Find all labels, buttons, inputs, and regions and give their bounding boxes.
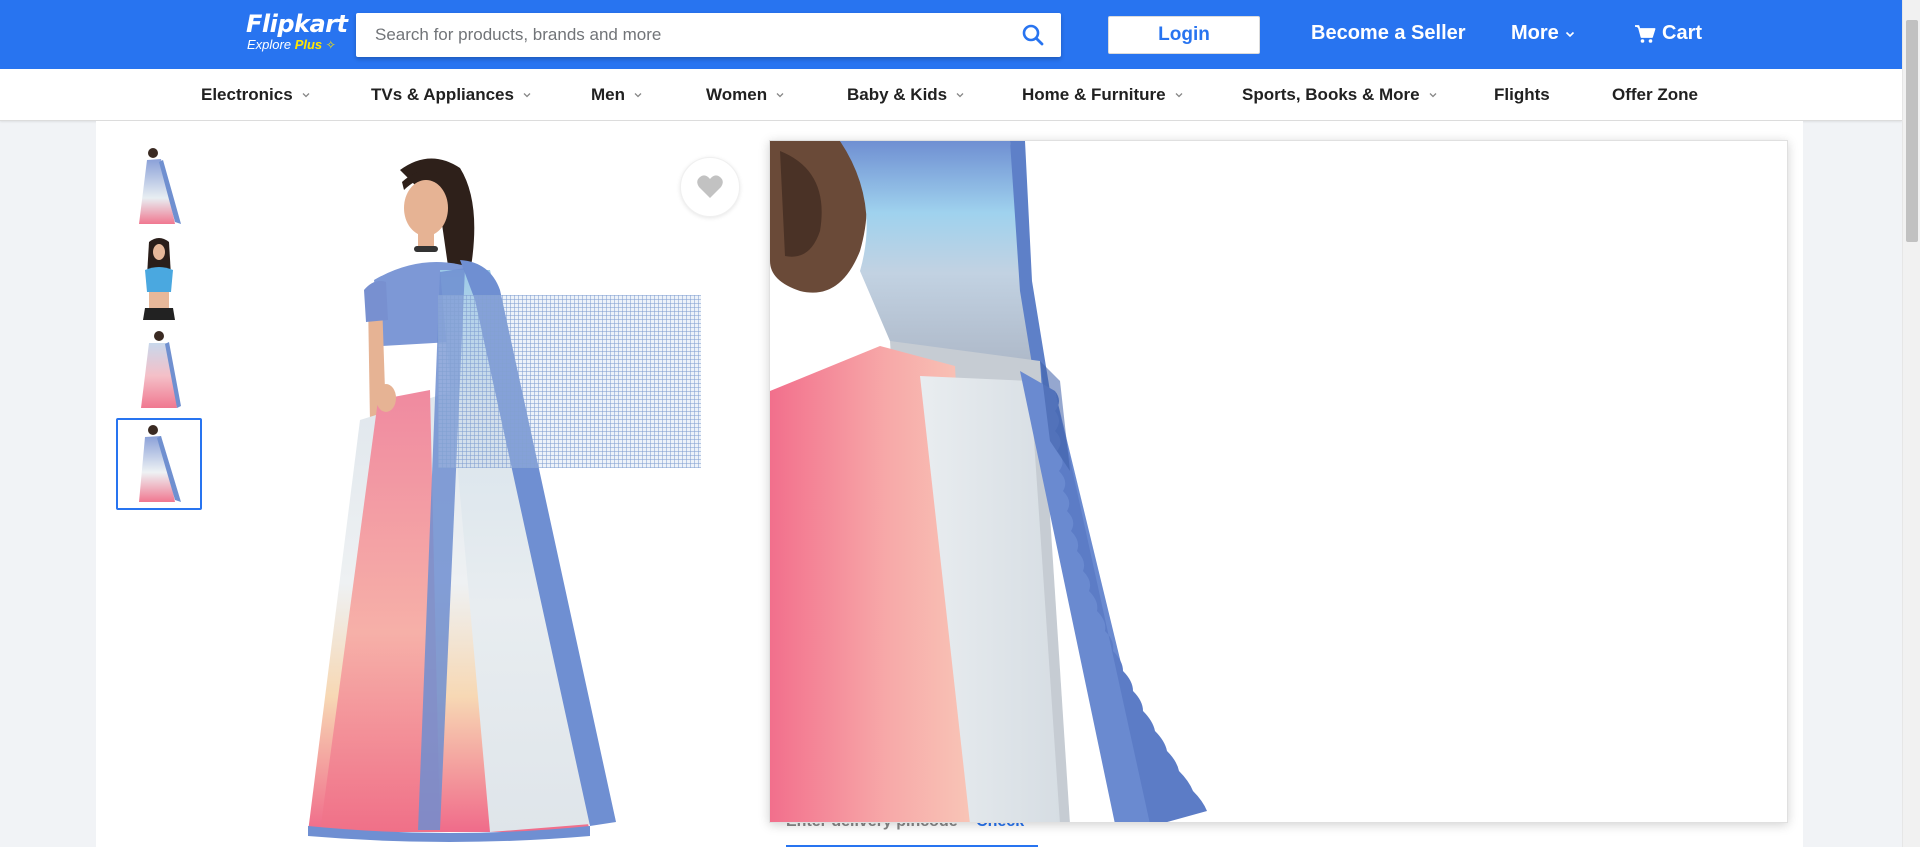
nav-item-offer-zone[interactable]: Offer Zone [1612,85,1698,105]
nav-item-men[interactable]: Men [591,85,643,105]
flipkart-logo[interactable]: Flipkart Explore Plus ✧ [246,10,348,52]
saree-model-image [308,158,616,842]
become-seller-link[interactable]: Become a Seller [1311,22,1466,45]
more-label: More [1511,22,1559,44]
nav-item-label: Flights [1494,85,1550,104]
saree-thumbnail-image [139,425,181,502]
product-main-image[interactable] [290,150,730,845]
cart-link[interactable]: Cart [1634,22,1702,45]
search-icon [1022,24,1044,46]
cart-label: Cart [1662,22,1703,44]
nav-item-tvs-appliances[interactable]: TVs & Appliances [371,85,532,105]
nav-item-women[interactable]: Women [706,85,785,105]
search-button[interactable] [1005,13,1061,57]
search-input[interactable] [356,13,1005,57]
nav-item-label: Baby & Kids [847,85,948,104]
nav-item-label: Women [706,85,768,104]
saree-drape-thumbnail-image [141,331,181,408]
nav-item-label: Electronics [201,85,293,104]
chevron-down-icon [1565,31,1574,37]
chevron-down-icon [1429,93,1437,98]
nav-item-label: Offer Zone [1612,85,1698,104]
top-header: Flipkart Explore Plus ✧ Login Become a S… [0,0,1902,69]
logo-explore-text: Explore [247,37,292,52]
chevron-down-icon [776,93,784,98]
wishlist-button[interactable] [680,157,740,217]
chevron-down-icon [956,93,964,98]
thumbnail-1[interactable] [116,140,202,232]
chevron-down-icon [1175,93,1183,98]
nav-item-home-furniture[interactable]: Home & Furniture [1022,85,1184,105]
nav-item-label: Home & Furniture [1022,85,1166,104]
login-button[interactable]: Login [1108,16,1260,54]
nav-item-flights[interactable]: Flights [1494,85,1550,105]
thumbnail-3[interactable] [116,324,202,416]
saree-thumbnail-image [139,148,181,224]
zoom-preview [769,140,1788,823]
nav-item-label: Sports, Books & More [1242,85,1420,104]
nav-item-electronics[interactable]: Electronics [201,85,311,105]
more-menu[interactable]: More [1511,22,1575,45]
thumbnail-2[interactable] [116,232,202,324]
nav-item-label: Men [591,85,625,104]
thumbnail-4-selected[interactable] [116,418,202,510]
chevron-down-icon [523,93,531,98]
logo-tagline: Explore Plus ✧ [247,37,348,53]
logo-plus-text: Plus [294,37,323,52]
plus-star-icon: ✧ [325,38,336,52]
chevron-down-icon [634,93,642,98]
nav-item-label: TVs & Appliances [371,85,514,104]
become-seller-label: Become a Seller [1311,22,1466,44]
chevron-down-icon [302,93,310,98]
cart-icon [1635,24,1656,43]
heart-icon [697,175,723,198]
scrollbar-thumb[interactable] [1906,20,1918,242]
search-bar [356,13,1061,57]
blouse-thumbnail-image [143,238,175,320]
nav-item-baby-kids[interactable]: Baby & Kids [847,85,965,105]
page-scrollbar[interactable] [1902,0,1920,847]
zoomed-product-image [770,141,1787,822]
logo-wordmark: Flipkart [246,10,348,38]
nav-item-sports-books[interactable]: Sports, Books & More [1242,85,1438,105]
category-nav: Electronics TVs & Appliances Men Women B… [0,69,1902,121]
